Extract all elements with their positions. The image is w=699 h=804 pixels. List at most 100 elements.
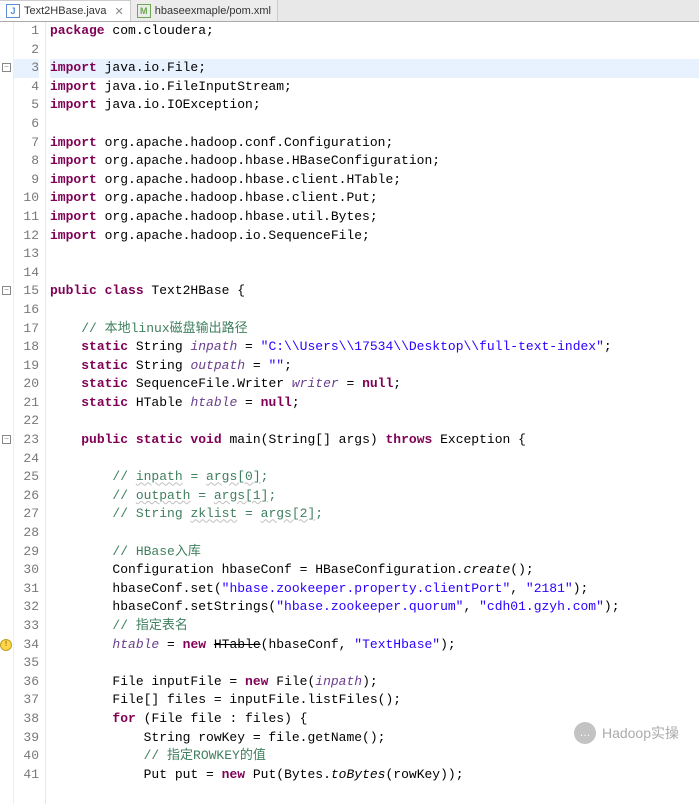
code-line[interactable]: import java.io.IOException; xyxy=(50,96,699,115)
code-line[interactable]: hbaseConf.setStrings("hbase.zookeeper.qu… xyxy=(50,598,699,617)
marker-cell xyxy=(0,338,13,357)
code-line[interactable] xyxy=(50,245,699,264)
code-line[interactable] xyxy=(50,524,699,543)
code-line[interactable]: import org.apache.hadoop.hbase.client.HT… xyxy=(50,171,699,190)
code-line[interactable]: Put put = new Put(Bytes.toBytes(rowKey))… xyxy=(50,766,699,785)
marker-cell xyxy=(0,152,13,171)
marker-cell xyxy=(0,766,13,785)
code-line[interactable]: import org.apache.hadoop.hbase.client.Pu… xyxy=(50,189,699,208)
code-line[interactable]: import org.apache.hadoop.hbase.util.Byte… xyxy=(50,208,699,227)
code-line[interactable]: package com.cloudera; xyxy=(50,22,699,41)
line-number: 18 xyxy=(14,338,39,357)
line-number: 12 xyxy=(14,227,39,246)
code-line[interactable]: public class Text2HBase { xyxy=(50,282,699,301)
code-line[interactable]: File[] files = inputFile.listFiles(); xyxy=(50,691,699,710)
code-line[interactable]: import java.io.FileInputStream; xyxy=(50,78,699,97)
marker-cell xyxy=(0,710,13,729)
line-number: 39 xyxy=(14,729,39,748)
code-line[interactable]: static HTable htable = null; xyxy=(50,394,699,413)
marker-cell xyxy=(0,450,13,469)
tab-label: hbaseexmaple/pom.xml xyxy=(155,5,271,17)
tab-label: Text2HBase.java xyxy=(24,5,107,17)
code-line[interactable]: htable = new HTable(hbaseConf, "TextHbas… xyxy=(50,636,699,655)
java-file-icon: J xyxy=(6,4,20,18)
line-number: 8 xyxy=(14,152,39,171)
line-number-gutter: 1234567891011121314151617181920212223242… xyxy=(14,22,46,804)
marker-cell xyxy=(0,598,13,617)
fold-toggle-icon[interactable]: − xyxy=(2,63,11,72)
marker-column: − − −! xyxy=(0,22,14,804)
line-number: 41 xyxy=(14,766,39,785)
code-line[interactable]: // inpath = args[0]; xyxy=(50,468,699,487)
marker-cell xyxy=(0,580,13,599)
warning-marker-icon[interactable]: ! xyxy=(0,639,12,651)
line-number: 33 xyxy=(14,617,39,636)
line-number: 31 xyxy=(14,580,39,599)
fold-toggle-icon[interactable]: − xyxy=(2,286,11,295)
close-icon[interactable]: ✕ xyxy=(115,5,124,18)
marker-cell xyxy=(0,691,13,710)
code-line[interactable]: Configuration hbaseConf = HBaseConfigura… xyxy=(50,561,699,580)
code-line[interactable] xyxy=(50,301,699,320)
code-line[interactable] xyxy=(50,412,699,431)
line-number: 15 xyxy=(14,282,39,301)
line-number: 5 xyxy=(14,96,39,115)
marker-cell xyxy=(0,171,13,190)
code-line[interactable] xyxy=(50,115,699,134)
marker-cell xyxy=(0,96,13,115)
code-line[interactable] xyxy=(50,450,699,469)
editor-tab[interactable]: J Text2HBase.java ✕ xyxy=(0,0,131,21)
code-line[interactable]: hbaseConf.set("hbase.zookeeper.property.… xyxy=(50,580,699,599)
code-line[interactable]: // 指定表名 xyxy=(50,617,699,636)
code-line[interactable]: static String inpath = "C:\\Users\\17534… xyxy=(50,338,699,357)
code-line[interactable]: import org.apache.hadoop.conf.Configurat… xyxy=(50,134,699,153)
marker-cell xyxy=(0,524,13,543)
editor-tab[interactable]: Mhbaseexmaple/pom.xml xyxy=(131,0,278,21)
marker-cell xyxy=(0,617,13,636)
tab-bar: J Text2HBase.java ✕ Mhbaseexmaple/pom.xml xyxy=(0,0,699,22)
code-line[interactable]: public static void main(String[] args) t… xyxy=(50,431,699,450)
code-line[interactable]: // outpath = args[1]; xyxy=(50,487,699,506)
line-number: 37 xyxy=(14,691,39,710)
fold-toggle-icon[interactable]: − xyxy=(2,435,11,444)
watermark: … Hadoop实操 xyxy=(574,722,679,744)
marker-cell: ! xyxy=(0,636,13,655)
code-line[interactable]: static String outpath = ""; xyxy=(50,357,699,376)
code-line[interactable]: // 本地linux磁盘输出路径 xyxy=(50,320,699,339)
code-line[interactable]: File inputFile = new File(inpath); xyxy=(50,673,699,692)
code-area[interactable]: package com.cloudera; import java.io.File… xyxy=(46,22,699,804)
marker-cell xyxy=(0,264,13,283)
marker-cell xyxy=(0,41,13,60)
code-line[interactable]: import org.apache.hadoop.io.SequenceFile… xyxy=(50,227,699,246)
line-number: 11 xyxy=(14,208,39,227)
line-number: 2 xyxy=(14,41,39,60)
code-line[interactable]: // HBase入库 xyxy=(50,543,699,562)
line-number: 28 xyxy=(14,524,39,543)
line-number: 36 xyxy=(14,673,39,692)
code-line[interactable]: // 指定ROWKEY的值 xyxy=(50,747,699,766)
marker-cell xyxy=(0,412,13,431)
code-line[interactable]: import java.io.File; xyxy=(50,59,699,78)
code-line[interactable] xyxy=(50,41,699,60)
code-line[interactable] xyxy=(50,264,699,283)
marker-cell xyxy=(0,747,13,766)
line-number: 38 xyxy=(14,710,39,729)
code-line[interactable]: static SequenceFile.Writer writer = null… xyxy=(50,375,699,394)
marker-cell: − xyxy=(0,431,13,450)
code-line[interactable]: // String zklist = args[2]; xyxy=(50,505,699,524)
marker-cell: − xyxy=(0,59,13,78)
watermark-text: Hadoop实操 xyxy=(602,723,679,743)
line-number: 29 xyxy=(14,543,39,562)
line-number: 25 xyxy=(14,468,39,487)
line-number: 26 xyxy=(14,487,39,506)
line-number: 1 xyxy=(14,22,39,41)
line-number: 17 xyxy=(14,320,39,339)
line-number: 27 xyxy=(14,505,39,524)
editor: −−−! 12345678910111213141516171819202122… xyxy=(0,22,699,804)
code-line[interactable] xyxy=(50,654,699,673)
line-number: 23 xyxy=(14,431,39,450)
line-number: 6 xyxy=(14,115,39,134)
marker-cell xyxy=(0,505,13,524)
marker-cell xyxy=(0,561,13,580)
code-line[interactable]: import org.apache.hadoop.hbase.HBaseConf… xyxy=(50,152,699,171)
